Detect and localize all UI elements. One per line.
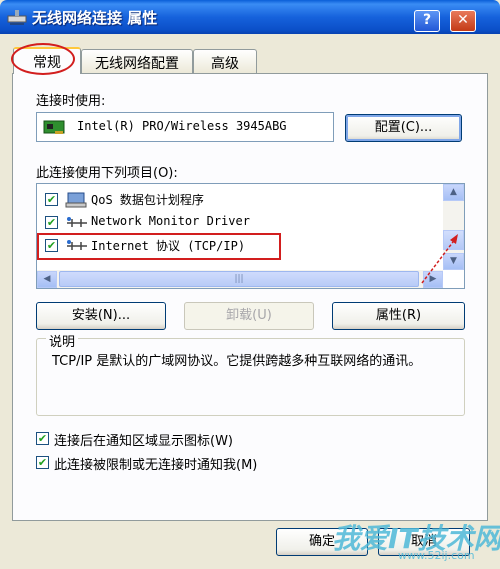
adapter-field: Intel(R) PRO/Wireless 3945ABG xyxy=(36,112,334,142)
tab-annotation-circle xyxy=(11,43,75,75)
description-text: TCP/IP 是默认的广域网协议。它提供跨越多种互联网络的通讯。 xyxy=(52,354,422,369)
components-label: 此连接使用下列项目(O): xyxy=(36,166,178,181)
notify-limited-label: 此连接被限制或无连接时通知我(M) xyxy=(54,458,258,473)
horizontal-scrollbar[interactable]: ◀ ||| ▶ xyxy=(37,270,443,288)
tcpip-annotation-box xyxy=(37,233,281,260)
network-adapter-icon xyxy=(43,120,65,134)
list-item-label: QoS 数据包计划程序 xyxy=(91,193,204,207)
properties-button[interactable]: 属性(R) xyxy=(332,302,465,330)
show-icon-label: 连接后在通知区域显示图标(W) xyxy=(54,434,233,449)
network-protocol-icon xyxy=(67,217,87,227)
window-title: 无线网络连接 属性 xyxy=(32,9,158,27)
checkbox[interactable]: ✔ xyxy=(45,193,58,206)
title-bar: 无线网络连接 属性 ? ✕ xyxy=(0,0,500,34)
checkbox[interactable]: ✔ xyxy=(36,456,49,469)
tab-wireless-networks[interactable]: 无线网络配置 xyxy=(81,49,193,73)
description-title: 说明 xyxy=(46,331,79,350)
list-item-label: Network Monitor Driver xyxy=(91,214,250,228)
uninstall-button[interactable]: 卸载(U) xyxy=(184,302,314,330)
configure-button[interactable]: 配置(C)... xyxy=(345,114,462,142)
scroll-thumb[interactable]: ||| xyxy=(59,271,419,287)
checkbox[interactable]: ✔ xyxy=(36,432,49,445)
qos-scheduler-icon xyxy=(65,192,87,208)
annotation-arrow-icon xyxy=(421,234,458,284)
adapter-name: Intel(R) PRO/Wireless 3945ABG xyxy=(77,119,287,133)
connect-using-label: 连接时使用: xyxy=(36,94,106,109)
scroll-up-icon[interactable]: ▲ xyxy=(443,184,464,201)
description-group xyxy=(36,338,465,416)
help-button[interactable]: ? xyxy=(414,10,440,32)
tab-advanced[interactable]: 高级 xyxy=(193,49,257,73)
watermark-url: www.52ij.com xyxy=(398,549,475,562)
network-connection-icon xyxy=(7,10,27,25)
close-button[interactable]: ✕ xyxy=(450,10,476,32)
watermark: 我爱IT技术网 www.52ij.com xyxy=(280,495,500,569)
checkbox[interactable]: ✔ xyxy=(45,216,58,229)
scroll-left-icon[interactable]: ◀ xyxy=(37,271,57,288)
install-button[interactable]: 安装(N)... xyxy=(36,302,166,330)
